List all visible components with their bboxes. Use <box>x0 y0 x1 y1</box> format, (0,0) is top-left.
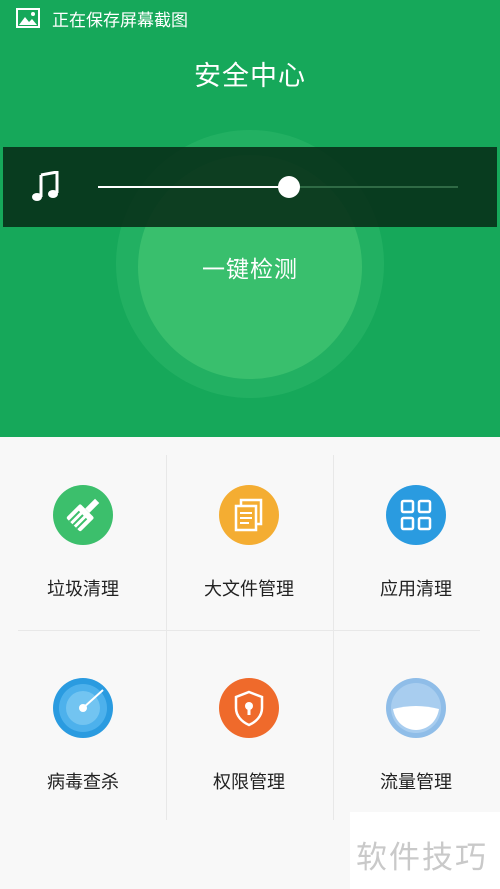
volume-panel <box>3 147 497 227</box>
music-note-icon <box>31 170 61 203</box>
image-icon <box>16 8 40 28</box>
security-center-header: 正在保存屏幕截图 安全中心 一键检测 <box>0 0 500 437</box>
tool-label: 权限管理 <box>213 772 285 793</box>
tool-label: 应用清理 <box>380 579 452 600</box>
volume-slider[interactable] <box>98 176 458 198</box>
watermark-text: 软件技巧 <box>356 840 488 876</box>
volume-slider-thumb[interactable] <box>277 176 300 198</box>
tool-app-clean[interactable]: 应用清理 <box>333 437 499 625</box>
tool-label: 病毒查杀 <box>47 772 119 793</box>
tool-data-usage[interactable]: 流量管理 <box>333 630 499 818</box>
document-icon <box>219 485 279 545</box>
scan-button-label[interactable]: 一键检测 <box>0 250 500 284</box>
status-bar: 正在保存屏幕截图 <box>0 0 500 36</box>
status-text: 正在保存屏幕截图 <box>52 10 188 31</box>
radar-icon <box>53 678 113 738</box>
tool-virus-scan[interactable]: 病毒查杀 <box>0 630 166 818</box>
apps-grid-icon <box>386 485 446 545</box>
tool-permissions[interactable]: 权限管理 <box>166 630 332 818</box>
data-bowl-icon <box>386 678 446 738</box>
shield-lock-icon <box>219 678 279 738</box>
tool-label: 流量管理 <box>380 772 452 793</box>
volume-slider-fill <box>98 186 289 188</box>
tool-label: 大文件管理 <box>204 579 294 600</box>
tool-large-file[interactable]: 大文件管理 <box>166 437 332 625</box>
watermark: 软件技巧 <box>350 812 500 889</box>
tools-grid: 垃圾清理 大文件管理 应用清理 病毒查杀 权限管理 流量管理 <box>0 437 500 820</box>
page-title: 安全中心 <box>194 61 306 92</box>
broom-icon <box>53 485 113 545</box>
tool-label: 垃圾清理 <box>47 579 119 600</box>
tool-junk-clean[interactable]: 垃圾清理 <box>0 437 166 625</box>
